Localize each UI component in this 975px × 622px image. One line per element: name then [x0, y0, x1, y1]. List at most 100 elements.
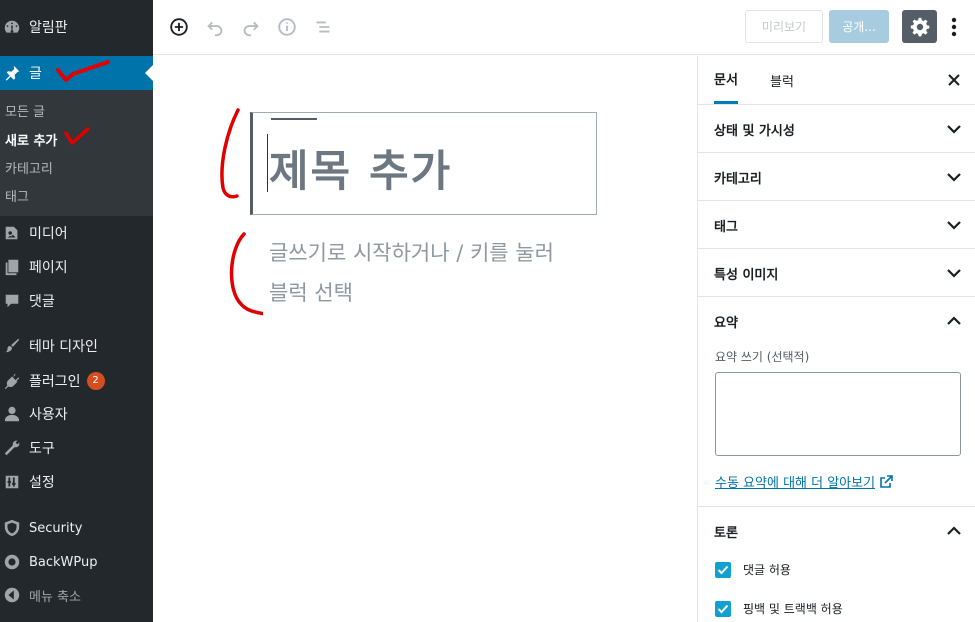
content-info-button[interactable]: [275, 15, 299, 39]
allow-comments-option[interactable]: 댓글 허용: [715, 561, 791, 578]
gear-icon: [910, 17, 929, 36]
checkbox-label: 댓글 허용: [743, 563, 791, 577]
editor-canvas: 제목 추가 글쓰기로 시작하거나 / 키를 눌러 블럭 선택: [153, 56, 697, 622]
editor-toolbar: 미리보기 공개...: [153, 0, 975, 55]
collapse-arrow-icon: [2, 585, 22, 605]
allow-pingbacks-checkbox[interactable]: [715, 600, 731, 617]
panel-title: 상태 및 가시성: [714, 123, 795, 139]
wordpress-editor-screen: 알림판 글 모든 글 새로 추가 카테고리 태그 미디어 페이지 댓글 테마 디…: [0, 0, 975, 622]
posts-submenu: 모든 글 새로 추가 카테고리 태그: [0, 90, 153, 216]
menu-label: 글: [29, 66, 42, 82]
settings-tabs: 문서 블럭: [698, 56, 975, 105]
undo-icon: [207, 21, 223, 37]
backwpup-icon: [2, 552, 22, 572]
plugins-update-badge: 2: [86, 372, 105, 390]
allow-pingbacks-option[interactable]: 핑백 및 트랙백 허용: [715, 600, 843, 617]
menu-item-security[interactable]: Security: [0, 511, 153, 545]
chevron-up-icon[interactable]: [946, 523, 962, 539]
external-link-icon: [880, 474, 893, 488]
excerpt-textarea[interactable]: [715, 372, 961, 456]
menu-item-tools[interactable]: 도구: [0, 431, 153, 465]
menu-label: Security: [29, 520, 83, 536]
excerpt-label: 요약 쓰기 (선택적): [715, 350, 810, 364]
checkmark-icon: [717, 565, 729, 574]
collapse-menu-button[interactable]: 메뉴 축소: [0, 578, 153, 612]
pages-icon: [2, 257, 22, 277]
admin-sidebar: 알림판 글 모든 글 새로 추가 카테고리 태그 미디어 페이지 댓글 테마 디…: [0, 0, 153, 622]
redo-icon: [243, 21, 259, 37]
menu-item-plugins[interactable]: 플러그인 2: [0, 364, 153, 398]
menu-item-dashboard[interactable]: 알림판: [0, 10, 153, 44]
menu-item-pages[interactable]: 페이지: [0, 250, 153, 284]
panel-status-visibility[interactable]: 상태 및 가시성: [698, 105, 975, 153]
text-cursor: [267, 134, 268, 192]
submenu-categories[interactable]: 카테고리: [5, 158, 53, 177]
chevron-down-icon: [947, 269, 961, 278]
panel-tags[interactable]: 태그: [698, 201, 975, 249]
panel-featured-image[interactable]: 특성 이미지: [698, 249, 975, 297]
menu-item-appearance[interactable]: 테마 디자인: [0, 329, 153, 363]
submenu-tags[interactable]: 태그: [5, 186, 29, 205]
list-outline-icon: [316, 21, 330, 33]
paintbrush-icon: [2, 336, 22, 356]
menu-label: BackWPup: [29, 554, 98, 570]
settings-sliders-icon: [2, 472, 22, 492]
menu-label: 사용자: [29, 407, 68, 423]
wrench-icon: [2, 438, 22, 458]
shield-icon: [2, 518, 22, 538]
menu-label: 알림판: [29, 20, 68, 36]
dashboard-icon: [2, 17, 22, 37]
body-block-placeholder[interactable]: 글쓰기로 시작하거나 / 키를 눌러 블럭 선택: [269, 233, 569, 313]
chevron-up-icon[interactable]: [946, 313, 962, 329]
submenu-all-posts[interactable]: 모든 글: [5, 101, 45, 120]
chevron-down-icon: [947, 221, 961, 230]
panel-title[interactable]: 토론: [714, 507, 738, 555]
settings-toggle-button[interactable]: [902, 10, 937, 43]
tab-block[interactable]: 블럭: [770, 56, 794, 104]
menu-item-backwpup[interactable]: BackWPup: [0, 545, 153, 579]
chevron-down-icon: [947, 173, 961, 182]
menu-item-comments[interactable]: 댓글: [0, 284, 153, 318]
panel-title[interactable]: 요약: [714, 297, 738, 345]
allow-comments-checkbox[interactable]: [715, 561, 731, 578]
redo-button[interactable]: [239, 15, 263, 39]
plugin-icon: [2, 371, 22, 391]
menu-label: 미디어: [29, 226, 68, 242]
menu-item-posts[interactable]: 글: [0, 56, 153, 90]
undo-button[interactable]: [203, 15, 227, 39]
excerpt-link-text: 수동 요약에 대해 더 알아보기: [715, 476, 876, 491]
menu-label: 설정: [29, 475, 55, 491]
menu-item-settings[interactable]: 설정: [0, 465, 153, 499]
menu-label: 댓글: [29, 294, 55, 310]
menu-label: 페이지: [29, 260, 68, 276]
plus-circle-icon: [170, 18, 188, 36]
block-navigation-button[interactable]: [311, 15, 335, 39]
tab-document[interactable]: 문서: [714, 56, 738, 104]
menu-label: 메뉴 축소: [29, 589, 81, 605]
close-settings-button[interactable]: [944, 70, 964, 90]
checkmark-icon: [717, 604, 729, 613]
menu-label: 플러그인: [29, 374, 81, 390]
menu-label: 테마 디자인: [29, 339, 98, 355]
more-vertical-icon: [951, 17, 957, 37]
settings-sidebar: 문서 블럭 상태 및 가시성 카테고리 태그 특성 이미지 요약 요약 쓰기 (…: [697, 56, 975, 622]
chevron-down-icon: [947, 125, 961, 134]
menu-item-media[interactable]: 미디어: [0, 216, 153, 250]
submenu-add-new[interactable]: 새로 추가: [5, 130, 57, 149]
excerpt-help-link[interactable]: 수동 요약에 대해 더 알아보기: [715, 472, 893, 491]
pin-icon: [2, 63, 22, 83]
comment-icon: [2, 291, 22, 311]
checkbox-label: 핑백 및 트랙백 허용: [743, 602, 843, 616]
menu-item-users[interactable]: 사용자: [0, 397, 153, 431]
more-options-button[interactable]: [947, 14, 961, 40]
publish-button[interactable]: 공개...: [829, 10, 889, 43]
add-block-button[interactable]: [167, 15, 191, 39]
title-block-indicator: [271, 118, 317, 120]
panel-title: 카테고리: [714, 171, 762, 187]
post-title-placeholder[interactable]: 제목 추가: [269, 137, 452, 199]
close-icon: [948, 74, 960, 86]
panel-title: 특성 이미지: [714, 267, 779, 283]
panel-title: 태그: [714, 219, 738, 235]
panel-categories[interactable]: 카테고리: [698, 153, 975, 201]
preview-button[interactable]: 미리보기: [745, 10, 823, 43]
